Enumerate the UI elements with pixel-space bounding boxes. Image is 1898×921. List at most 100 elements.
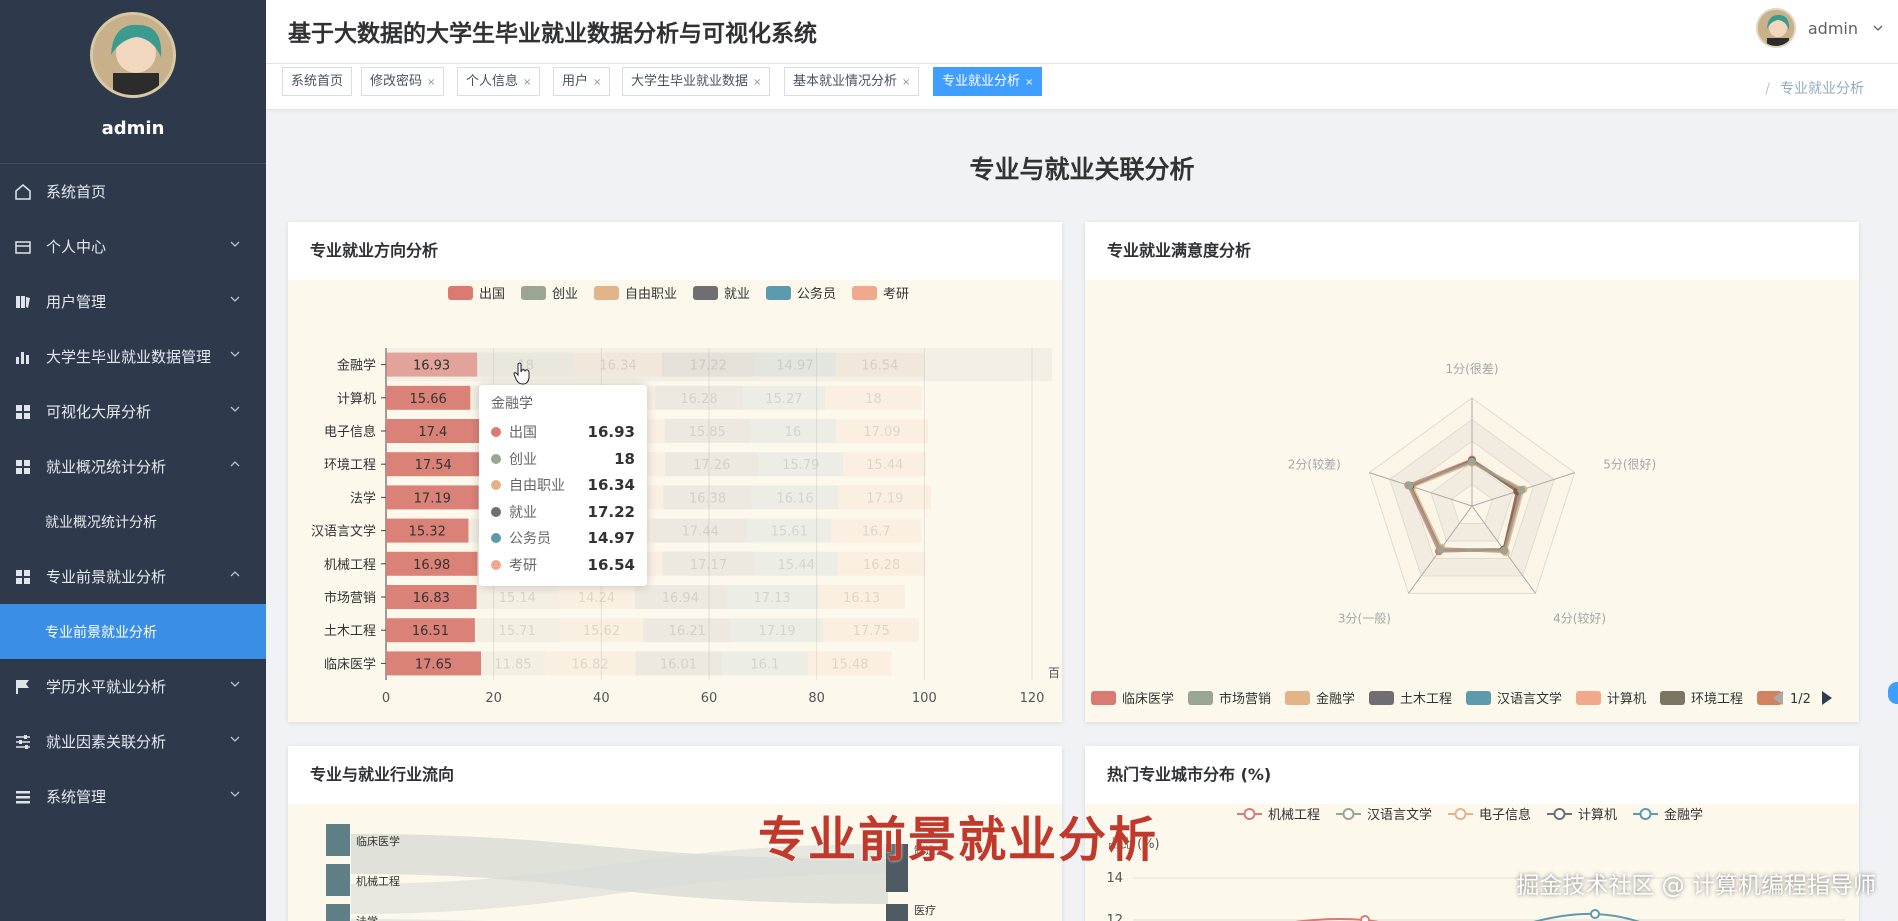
data-label: 16.34 (599, 359, 636, 374)
data-label: 16.16 (776, 491, 813, 506)
legend-label: 考研 (883, 287, 909, 302)
chevron-down-icon (230, 681, 240, 687)
legend-label: 金融学 (1316, 691, 1355, 707)
sidebar-item-overview-stats[interactable]: 就业概况统计分析 (0, 439, 266, 494)
chevron-down-icon (230, 351, 240, 357)
tab-home[interactable]: 系统首页 (282, 67, 353, 96)
data-label: 16.93 (413, 359, 450, 374)
sidebar-item-major-prospect[interactable]: 专业前景就业分析 (0, 549, 266, 604)
sidebar-item-home[interactable]: 系统首页 (0, 164, 266, 219)
legend-swatch (852, 286, 877, 300)
close-icon[interactable]: × (427, 77, 435, 88)
tooltip-series-name: 自由职业 (509, 478, 565, 495)
sidebar-item-system-management[interactable]: 系统管理 (0, 769, 266, 824)
legend-swatch (594, 286, 619, 300)
grid-icon (14, 568, 32, 586)
data-label: 16.38 (689, 491, 726, 506)
user-name: admin (1807, 18, 1858, 38)
sidebar-item-personal-center[interactable]: 个人中心 (0, 219, 266, 274)
x-tick-label: 80 (808, 691, 825, 706)
tab-major-analysis[interactable]: 专业就业分析 × (933, 67, 1043, 96)
user-menu[interactable]: admin (1755, 8, 1883, 48)
top-header: 基于大数据的大学生毕业就业数据分析与可视化系统 admin (266, 0, 1898, 64)
data-label: 16.13 (843, 591, 880, 606)
radar-indicator-label: 3分(一般) (1338, 611, 1391, 626)
sidebar-item-label: 就业概况统计分析 (46, 458, 167, 476)
sidebar-item-factor-correlation[interactable]: 就业因素关联分析 (0, 714, 266, 769)
y-tick-label: 机械工程 (324, 558, 376, 573)
tab-user[interactable]: 用户 × (553, 67, 611, 96)
tooltip-dot (491, 453, 501, 464)
satisfaction-radar-chart[interactable]: 1分(很差) 5分(很好) 4分(较好) 3分(一般) 2分(较差) 临床医学 市场营销 金融… (1085, 280, 1859, 722)
sidebar-subitem-overview-stats[interactable]: 就业概况统计分析 (0, 494, 266, 549)
y-tick-label: 金融学 (337, 358, 376, 374)
chevron-down-icon (230, 241, 240, 247)
sidebar-profile-name: admin (101, 118, 165, 139)
chevron-down-icon[interactable] (1872, 22, 1884, 34)
tab-label: 修改密码 (370, 74, 423, 89)
sidebar-menu: 系统首页 个人中心 用户管理 大学生毕业就业数据管理 可视化大屏分析 就业概况统… (0, 164, 266, 824)
legend-item: 创业 (521, 286, 578, 302)
close-icon[interactable]: × (1025, 77, 1033, 88)
tab-label: 个人信息 (466, 74, 519, 89)
tooltip-row: 创业 18 (491, 446, 635, 473)
tab-label: 用户 (562, 74, 589, 89)
hand-cursor-icon (513, 362, 530, 385)
data-label: 16.83 (413, 591, 450, 606)
legend-marker (1639, 808, 1652, 820)
legend-label: 机械工程 (1268, 808, 1320, 823)
y-tick-label: 土木工程 (324, 624, 376, 639)
data-label: 15.32 (409, 525, 446, 540)
data-label: 15.61 (771, 525, 808, 540)
data-label: 17.09 (863, 425, 900, 440)
legend-label: 计算机 (1578, 808, 1617, 823)
data-label: 15.71 (499, 624, 536, 639)
tooltip-dot (491, 533, 501, 544)
tab-basic-analysis[interactable]: 基本就业情况分析 × (784, 67, 920, 96)
sidebar-item-big-screen[interactable]: 可视化大屏分析 (0, 384, 266, 439)
watermark: 掘金技术社区 @ 计算机编程指导师 (1516, 873, 1876, 899)
radar-point (1436, 545, 1445, 554)
tab-employment-data[interactable]: 大学生毕业就业数据 × (622, 67, 771, 96)
chevron-down-icon (230, 406, 240, 412)
close-icon[interactable]: × (753, 77, 761, 88)
y-tick-label: 市场营销 (324, 590, 376, 606)
sidebar-subitem-major-prospect[interactable]: 专业前景就业分析 (0, 604, 266, 659)
tab-personal-info[interactable]: 个人信息 × (457, 67, 541, 96)
legend-swatch (693, 286, 718, 300)
direction-bar-chart[interactable]: 出国 创业 自由职业 就业 公务员 考研0 20 40 60 80 100 120百金融学 16.93 1… (288, 280, 1062, 722)
data-label: 17.65 (415, 657, 452, 672)
data-label: 17.22 (690, 359, 727, 374)
radar-indicator-label: 4分(较好) (1553, 611, 1606, 626)
legend-label: 土木工程 (1400, 692, 1452, 707)
data-label: 15.85 (689, 425, 726, 440)
close-icon[interactable]: × (593, 77, 601, 88)
sidebar-item-employment-data[interactable]: 大学生毕业就业数据管理 (0, 329, 266, 384)
side-toggle-button[interactable] (1888, 682, 1898, 704)
legend-label: 金融学 (1664, 807, 1703, 823)
y-tick-label: 计算机 (337, 392, 376, 407)
data-label: 17.13 (753, 591, 790, 606)
user-group-icon (14, 293, 32, 311)
data-label: 17.19 (414, 491, 451, 506)
tooltip-series-name: 就业 (509, 504, 537, 521)
avatar[interactable] (90, 12, 176, 98)
close-icon[interactable]: × (523, 77, 531, 88)
data-label: 15.79 (782, 458, 819, 473)
legend-swatch (448, 286, 473, 300)
tab-label: 系统首页 (291, 74, 344, 89)
sidebar-item-education-level[interactable]: 学历水平就业分析 (0, 659, 266, 714)
sidebar-item-user-management[interactable]: 用户管理 (0, 274, 266, 329)
avatar[interactable] (1755, 8, 1796, 48)
x-tick-label: 100 (912, 691, 937, 706)
tab-change-password[interactable]: 修改密码 × (361, 67, 445, 96)
legend-swatch (1466, 691, 1491, 705)
chevron-down-icon (230, 296, 240, 302)
sidebar: admin 系统首页 个人中心 用户管理 大学生毕业就业数据管理 可视化大屏分析… (0, 0, 266, 921)
city-line-chart[interactable]: 机械工程 汉语言文学 电子信息 计算机 金融学占比 (%)1412 (1085, 804, 1859, 921)
legend-label: 汉语言文学 (1367, 807, 1432, 823)
tab-label: 专业就业分析 (942, 74, 1021, 89)
close-icon[interactable]: × (902, 77, 910, 88)
y-tick-label: 环境工程 (324, 458, 376, 473)
data-label: 16.82 (571, 657, 608, 672)
